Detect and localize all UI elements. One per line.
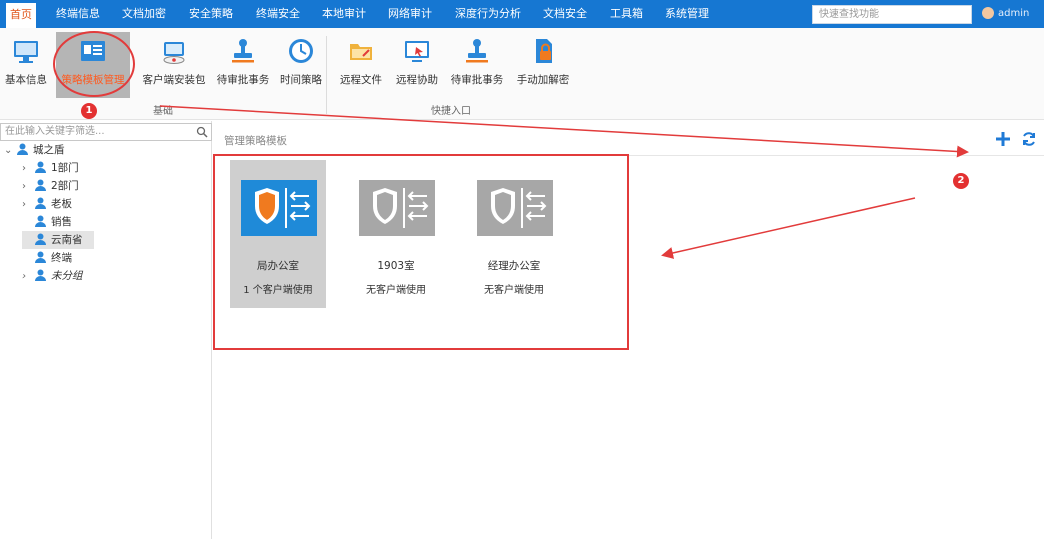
tree-item-label: 销售 (51, 216, 72, 228)
annotation-badge-2: 2 (953, 173, 969, 189)
tab-terminal-security[interactable]: 终端安全 (256, 0, 300, 28)
tab-behavior-analysis[interactable]: 深度行为分析 (455, 0, 521, 28)
chevron-right-icon[interactable]: › (22, 268, 34, 286)
tab-local-audit[interactable]: 本地审计 (322, 0, 366, 28)
tab-system-management[interactable]: 系统管理 (665, 0, 709, 28)
user-group-icon (35, 269, 46, 281)
annotation-ellipse (53, 31, 135, 97)
tree-root[interactable]: ⌄ 城之盾 (4, 141, 65, 159)
refresh-icon[interactable] (1021, 131, 1037, 147)
chevron-down-icon[interactable]: ⌄ (4, 142, 16, 160)
tree-item-dept1[interactable]: › 1部门 (22, 159, 79, 177)
tree-root-label: 城之盾 (33, 144, 65, 156)
user-group-icon (35, 161, 46, 173)
tab-security-policy[interactable]: 安全策略 (189, 0, 233, 28)
tab-document-encryption[interactable]: 文档加密 (122, 0, 166, 28)
annotation-badge-1: 1 (81, 103, 97, 119)
basic-info-button[interactable]: 基本信息 (0, 32, 58, 98)
tree-item-dept2[interactable]: › 2部门 (22, 177, 79, 195)
tree-item-label: 2部门 (51, 180, 79, 192)
client-installer-label: 客户端安装包 (142, 74, 206, 86)
chevron-right-icon[interactable]: › (22, 160, 34, 178)
tree-item-label: 1部门 (51, 162, 79, 174)
avatar-icon (982, 7, 994, 19)
tab-terminal-info[interactable]: 终端信息 (56, 0, 100, 28)
chevron-right-icon[interactable]: › (22, 196, 34, 214)
ribbon-toolbar: 基本信息 策略模板管理 客户端安装包 待审批事务 时间策略 远程文件 远程协助 … (0, 28, 1044, 120)
remote-screen-icon (405, 41, 429, 62)
content-title: 管理策略模板 (224, 135, 287, 147)
user-group-icon (17, 143, 28, 155)
tab-toolbox[interactable]: 工具箱 (610, 0, 643, 28)
stamp-icon (232, 39, 254, 63)
pending-approval-label-2: 待审批事务 (450, 74, 504, 86)
user-name: admin (998, 8, 1030, 19)
clock-icon (289, 39, 313, 63)
tree-item-boss[interactable]: › 老板 (22, 195, 72, 213)
tree-filter-input[interactable]: 在此输入关键字筛选... (0, 123, 212, 141)
top-nav-bar: 首页 终端信息 文档加密 安全策略 终端安全 本地审计 网络审计 深度行为分析 … (0, 0, 1044, 28)
tree-item-label: 老板 (51, 198, 72, 210)
user-group-icon (35, 233, 46, 245)
search-icon[interactable] (196, 126, 208, 138)
arrow-to-templates (661, 197, 916, 259)
add-icon[interactable] (994, 130, 1012, 148)
client-installer-button[interactable]: 客户端安装包 (134, 32, 214, 98)
tree-item-terminal[interactable]: 终端 (22, 249, 72, 267)
folder-icon (350, 44, 372, 60)
user-group-icon (35, 251, 46, 263)
org-tree-panel: 在此输入关键字筛选... ⌄ 城之盾 › 1部门 › 2部门 › 老板 销售 云南省 终… (0, 121, 212, 539)
annotation-box (213, 154, 629, 350)
tree-item-label: 未分组 (51, 270, 83, 282)
tab-document-security[interactable]: 文档安全 (543, 0, 587, 28)
tree-item-label: 云南省 (51, 234, 83, 246)
tree-item-yunnan[interactable]: 云南省 (22, 231, 94, 249)
user-menu[interactable]: admin (982, 0, 1029, 28)
install-package-icon (163, 42, 185, 64)
user-group-icon (35, 179, 46, 191)
basic-group-label: 基础 (153, 106, 173, 117)
user-group-icon (35, 215, 46, 227)
tab-home[interactable]: 首页 (6, 3, 36, 28)
tree-filter-placeholder: 在此输入关键字筛选... (5, 126, 105, 137)
stamp-icon (466, 39, 488, 63)
tree-item-label: 终端 (51, 252, 72, 264)
basic-info-label: 基本信息 (5, 74, 47, 86)
manual-encrypt-label: 手动加解密 (516, 74, 570, 86)
lock-document-icon (536, 39, 552, 63)
chevron-right-icon[interactable]: › (22, 178, 34, 196)
tree-item-ungrouped[interactable]: › 未分组 (22, 267, 83, 285)
quick-search-input[interactable]: 快速查找功能 (812, 5, 972, 24)
manual-encrypt-button[interactable]: 手动加解密 (506, 32, 580, 98)
user-group-icon (35, 197, 46, 209)
tab-network-audit[interactable]: 网络审计 (388, 0, 432, 28)
monitor-icon (14, 41, 38, 63)
quick-access-group-label: 快捷入口 (431, 106, 471, 117)
tree-item-sales[interactable]: 销售 (22, 213, 72, 231)
pending-approval-button-2[interactable]: 待审批事务 (440, 32, 514, 98)
